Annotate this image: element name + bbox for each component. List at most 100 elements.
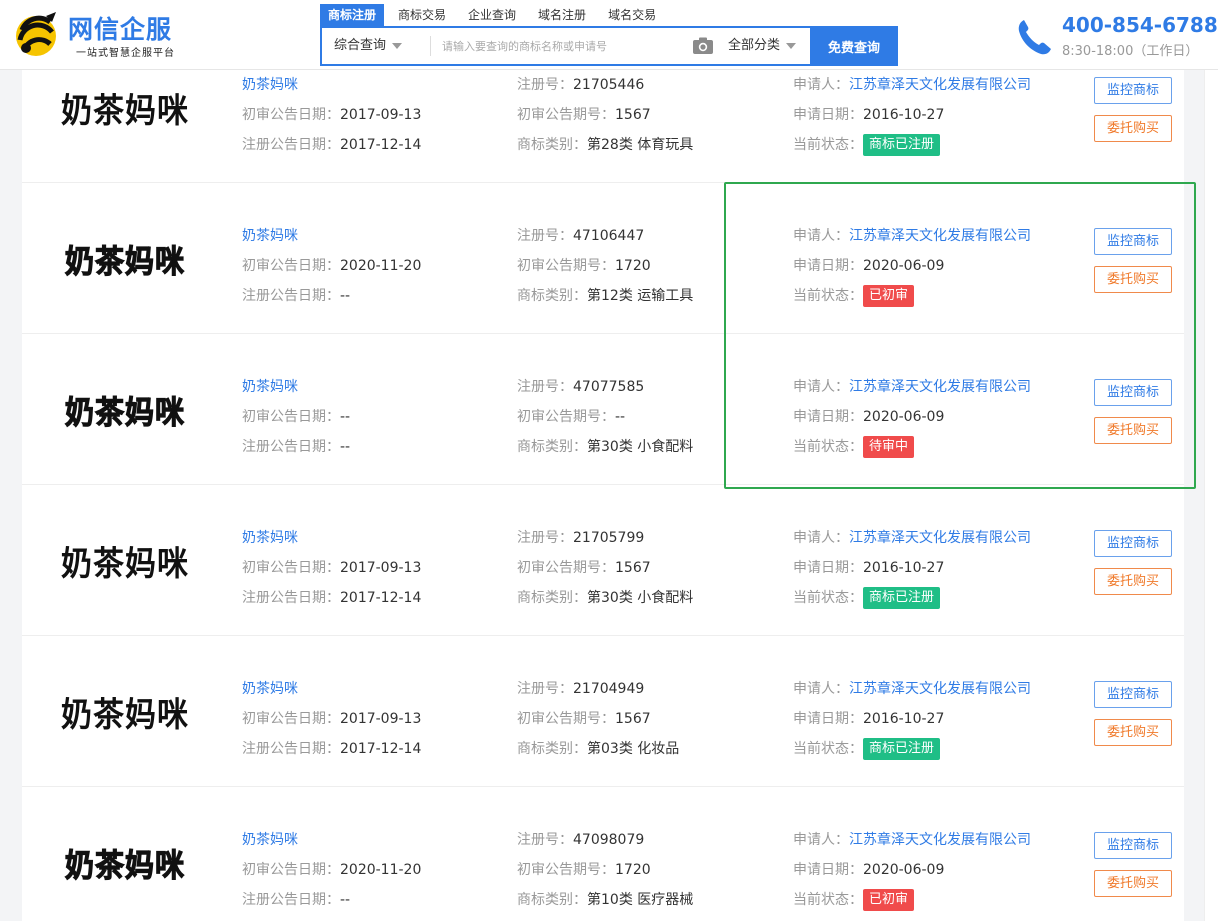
trademark-image[interactable]: 奶茶妈咪 [22,485,228,636]
trademark-row: 奶茶妈咪 奶茶妈咪 初审公告日期：2017-09-13 注册公告日期：2017-… [22,636,1184,787]
free-search-button[interactable]: 免费查询 [810,26,898,66]
reg-pub-date-label: 注册公告日期： [242,892,340,908]
trademark-result-list: 奶茶妈咪 奶茶妈咪 初审公告日期：2017-09-13 注册公告日期：2017-… [22,32,1184,921]
pub-issue-label: 初审公告期号： [517,409,615,425]
applicant-label: 申请人： [793,228,849,244]
trademark-name-link[interactable]: 奶茶妈咪 [242,681,298,697]
applicant-link[interactable]: 江苏章泽天文化发展有限公司 [849,379,1031,395]
reg-no-label: 注册号： [517,530,573,546]
reg-no-value: 21705446 [573,77,645,93]
reg-pub-date-value: -- [340,892,351,908]
trademark-name-link[interactable]: 奶茶妈咪 [242,77,298,93]
trademark-name-link[interactable]: 奶茶妈咪 [242,530,298,546]
status-label: 当前状态： [793,892,863,908]
row-actions: 监控商标 委托购买 [1094,77,1172,153]
trademark-name-link[interactable]: 奶茶妈咪 [242,379,298,395]
site-logo[interactable]: 网信企服 一站式智慧企服平台 [12,8,192,60]
apply-date-value: 2020-06-09 [863,258,945,274]
apply-date-label: 申请日期： [793,409,863,425]
apply-date-label: 申请日期： [793,258,863,274]
trademark-image[interactable]: 奶茶妈咪 [22,636,228,787]
tab-trademark-trade[interactable]: 商标交易 [390,4,454,26]
reg-pub-date-label: 注册公告日期： [242,590,340,606]
applicant-link[interactable]: 江苏章泽天文化发展有限公司 [849,681,1031,697]
entrust-purchase-button[interactable]: 委托购买 [1094,568,1172,595]
monitor-trademark-button[interactable]: 监控商标 [1094,77,1172,104]
reg-pub-date-value: -- [340,288,351,304]
camera-icon[interactable] [692,37,714,55]
top-header: 网信企服 一站式智慧企服平台 商标注册 商标交易 企业查询 域名注册 域名交易 … [0,0,1218,70]
applicant-info-col: 申请人：江苏章泽天文化发展有限公司 申请日期：2020-06-09 当前状态：已… [793,825,1093,915]
applicant-link[interactable]: 江苏章泽天文化发展有限公司 [849,530,1031,546]
entrust-purchase-button[interactable]: 委托购买 [1094,266,1172,293]
apply-date-value: 2016-10-27 [863,107,945,123]
search-type-select[interactable]: 综合查询 [334,28,403,64]
reg-no-label: 注册号： [517,379,573,395]
reg-pub-date-label: 注册公告日期： [242,288,340,304]
category-label: 商标类别： [517,137,587,153]
status-label: 当前状态： [793,288,863,304]
search-input[interactable] [434,30,684,62]
applicant-info-col: 申请人：江苏章泽天文化发展有限公司 申请日期：2020-06-09 当前状态：待… [793,372,1093,462]
monitor-trademark-button[interactable]: 监控商标 [1094,681,1172,708]
phone-icon [1018,20,1051,55]
row-actions: 监控商标 委托购买 [1094,530,1172,606]
registration-info-col: 注册号：21705446 初审公告期号：1567 商标类别：第28类 体育玩具 [517,70,787,160]
caret-down-icon [392,42,403,49]
monitor-trademark-button[interactable]: 监控商标 [1094,530,1172,557]
status-badge: 商标已注册 [863,738,941,760]
entrust-purchase-button[interactable]: 委托购买 [1094,417,1172,444]
tab-domain-register[interactable]: 域名注册 [530,4,594,26]
applicant-info-col: 申请人：江苏章泽天文化发展有限公司 申请日期：2016-10-27 当前状态：商… [793,674,1093,764]
trademark-row: 奶茶妈咪 奶茶妈咪 初审公告日期：-- 注册公告日期：-- 注册号：470775… [22,334,1184,485]
entrust-purchase-button[interactable]: 委托购买 [1094,870,1172,897]
tab-company-query[interactable]: 企业查询 [460,4,524,26]
status-label: 当前状态： [793,741,863,757]
trademark-image[interactable]: 奶茶妈咪 [22,334,228,485]
monitor-trademark-button[interactable]: 监控商标 [1094,379,1172,406]
initial-pub-date-value: 2017-09-13 [340,560,422,576]
pub-issue-value: 1567 [615,560,651,576]
trademark-name-link[interactable]: 奶茶妈咪 [242,228,298,244]
monitor-trademark-button[interactable]: 监控商标 [1094,832,1172,859]
category-select[interactable]: 全部分类 [728,28,797,64]
tab-domain-trade[interactable]: 域名交易 [600,4,664,26]
pub-issue-label: 初审公告期号： [517,107,615,123]
monitor-trademark-button[interactable]: 监控商标 [1094,228,1172,255]
initial-pub-date-label: 初审公告日期： [242,258,340,274]
pub-issue-label: 初审公告期号： [517,258,615,274]
trademark-image-text: 奶茶妈咪 [64,846,185,884]
reg-pub-date-label: 注册公告日期： [242,137,340,153]
trademark-info-col: 奶茶妈咪 初审公告日期：2017-09-13 注册公告日期：2017-12-14 [242,70,512,160]
apply-date-label: 申请日期： [793,560,863,576]
category-label: 商标类别： [517,439,587,455]
contact-info: 400-854-6788 8:30-18:00（工作日） [1016,13,1218,60]
category-value: 第03类 化妆品 [587,741,680,757]
initial-pub-date-label: 初审公告日期： [242,409,340,425]
registration-info-col: 注册号：21704949 初审公告期号：1567 商标类别：第03类 化妆品 [517,674,787,764]
trademark-image[interactable]: 奶茶妈咪 [22,183,228,334]
page-scrollbar[interactable] [1204,70,1218,921]
trademark-name-link[interactable]: 奶茶妈咪 [242,832,298,848]
pub-issue-value: 1720 [615,258,651,274]
applicant-link[interactable]: 江苏章泽天文化发展有限公司 [849,77,1031,93]
applicant-link[interactable]: 江苏章泽天文化发展有限公司 [849,228,1031,244]
registration-info-col: 注册号：21705799 初审公告期号：1567 商标类别：第30类 小食配料 [517,523,787,613]
applicant-link[interactable]: 江苏章泽天文化发展有限公司 [849,832,1031,848]
apply-date-value: 2016-10-27 [863,711,945,727]
category-value: 第28类 体育玩具 [587,137,694,153]
category-label: 商标类别： [517,892,587,908]
trademark-row: 奶茶妈咪 奶茶妈咪 初审公告日期：2020-11-20 注册公告日期：-- 注册… [22,183,1184,334]
applicant-info-col: 申请人：江苏章泽天文化发展有限公司 申请日期：2016-10-27 当前状态：商… [793,523,1093,613]
category-label: 全部分类 [728,38,781,53]
trademark-image-text: 奶茶妈咪 [61,91,189,131]
reg-no-value: 21705799 [573,530,645,546]
reg-pub-date-value: -- [340,439,351,455]
status-badge: 商标已注册 [863,587,941,609]
entrust-purchase-button[interactable]: 委托购买 [1094,115,1172,142]
trademark-image[interactable]: 奶茶妈咪 [22,787,228,921]
applicant-label: 申请人： [793,681,849,697]
pub-issue-label: 初审公告期号： [517,862,615,878]
tab-trademark-register[interactable]: 商标注册 [320,4,385,26]
entrust-purchase-button[interactable]: 委托购买 [1094,719,1172,746]
